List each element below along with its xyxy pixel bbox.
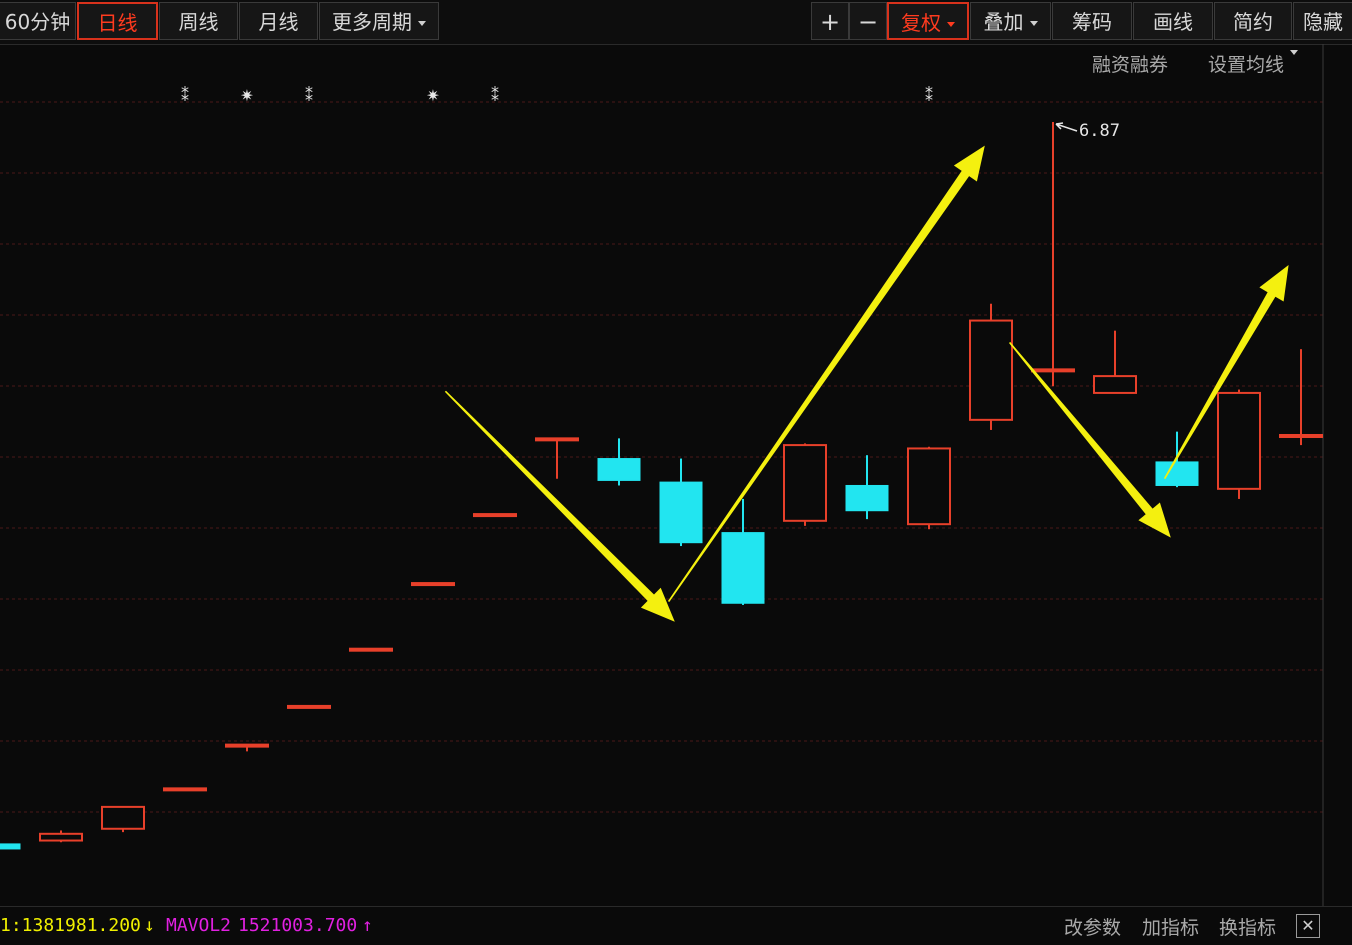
candlestick-chart[interactable]: ⁑ ✷ ⁑ ✷ ⁑ ⁑ 6.87 <box>0 44 1352 906</box>
period-toolbar: 60分钟 日线 周线 月线 更多周期 + − 复权 叠加 筹码 画线 简约 隐藏 <box>0 0 1352 45</box>
chevron-down-icon <box>947 22 955 27</box>
candle-body <box>783 444 827 522</box>
chip-button[interactable]: 筹码 <box>1052 2 1132 40</box>
high-annotation: 6.87 <box>1055 121 1120 141</box>
indicator-bar: 1:1381981.200 ↓ MAVOL2 1521003.700 ↑ 改参数… <box>0 906 1352 945</box>
candle <box>907 446 951 530</box>
candle-body <box>845 484 889 512</box>
candle-body <box>101 805 145 830</box>
overlay-dropdown[interactable]: 叠加 <box>970 2 1051 40</box>
candle-body <box>39 832 83 842</box>
down-arrow-icon: ↓ <box>144 915 155 936</box>
candle <box>0 843 21 850</box>
chevron-down-icon <box>1029 21 1038 26</box>
candle <box>411 582 455 587</box>
candle-body <box>0 843 21 850</box>
high-price-label: 6.87 <box>1079 121 1120 141</box>
mavol2-name: MAVOL2 <box>166 915 232 936</box>
price-gridlines <box>0 101 1323 813</box>
candle-body <box>969 319 1013 421</box>
candle-body <box>1031 368 1075 373</box>
event-markers: ⁑ ✷ ⁑ ✷ ⁑ ⁑ <box>181 86 933 105</box>
candle-body <box>535 437 579 442</box>
mavol2-value: 1521003.700 <box>238 915 358 936</box>
candle <box>349 647 393 652</box>
hide-button[interactable]: 隐藏 <box>1293 2 1352 40</box>
candle <box>1093 330 1137 394</box>
candle-body <box>163 787 207 792</box>
simple-button[interactable]: 简约 <box>1214 2 1292 40</box>
candle <box>39 830 83 843</box>
tab-monthly[interactable]: 月线 <box>239 2 318 40</box>
candle <box>659 458 703 547</box>
candle <box>783 443 827 526</box>
candle <box>1279 349 1323 446</box>
draw-line-button[interactable]: 画线 <box>1133 2 1213 40</box>
up-arrow-icon: ↑ <box>362 915 373 936</box>
candle-body <box>349 647 393 652</box>
fuquan-dropdown[interactable]: 复权 <box>887 2 969 40</box>
candle <box>845 455 889 520</box>
fuquan-label: 复权 <box>901 11 941 35</box>
candle <box>1031 122 1075 387</box>
candles <box>0 122 1323 850</box>
more-periods-dropdown[interactable]: 更多周期 <box>319 2 439 40</box>
candle-body <box>225 743 269 748</box>
candle-body <box>721 532 765 604</box>
event-marker-icon: ⁑ <box>305 86 313 105</box>
event-marker-icon: ⁑ <box>491 86 499 105</box>
candle-body <box>1093 375 1137 394</box>
trend-arrow-icon <box>444 390 675 622</box>
candle <box>473 513 517 518</box>
candle <box>969 303 1013 430</box>
event-marker-icon: ⁑ <box>925 86 933 105</box>
candle-body <box>1155 461 1199 486</box>
candle-body <box>287 704 331 709</box>
candle <box>163 787 207 792</box>
chevron-down-icon <box>418 21 426 26</box>
candle-body <box>659 481 703 544</box>
zoom-in-button[interactable]: + <box>811 2 849 40</box>
tab-weekly[interactable]: 周线 <box>159 2 238 40</box>
switch-indicator-button[interactable]: 换指标 <box>1219 913 1276 940</box>
candle <box>101 805 145 833</box>
candle <box>597 438 641 486</box>
candle <box>535 437 579 479</box>
trend-arrow-icon <box>667 145 985 602</box>
candle-body <box>1279 433 1323 438</box>
candle-body <box>597 458 641 481</box>
overlay-label: 叠加 <box>983 10 1024 34</box>
change-params-button[interactable]: 改参数 <box>1064 913 1121 940</box>
candle <box>1217 389 1261 499</box>
candle-body <box>1217 391 1261 490</box>
event-marker-icon: ✷ <box>240 86 253 105</box>
high-pointer-icon <box>1055 122 1078 132</box>
tab-60min[interactable]: 60分钟 <box>0 2 76 40</box>
candle <box>287 704 331 709</box>
add-indicator-button[interactable]: 加指标 <box>1142 913 1199 940</box>
candle-body <box>473 513 517 518</box>
candle-body <box>907 447 951 526</box>
trend-arrow-icon <box>1009 341 1171 538</box>
close-icon[interactable]: ✕ <box>1296 914 1320 938</box>
more-periods-label: 更多周期 <box>332 10 412 34</box>
zoom-out-button[interactable]: − <box>849 2 887 40</box>
candle <box>225 743 269 752</box>
event-marker-icon: ✷ <box>426 86 439 105</box>
event-marker-icon: ⁑ <box>181 86 189 105</box>
tab-daily[interactable]: 日线 <box>77 2 158 40</box>
candle-body <box>411 582 455 587</box>
trend-arrows <box>444 145 1289 622</box>
indicator-value-1: 1:1381981.200 <box>0 915 141 936</box>
